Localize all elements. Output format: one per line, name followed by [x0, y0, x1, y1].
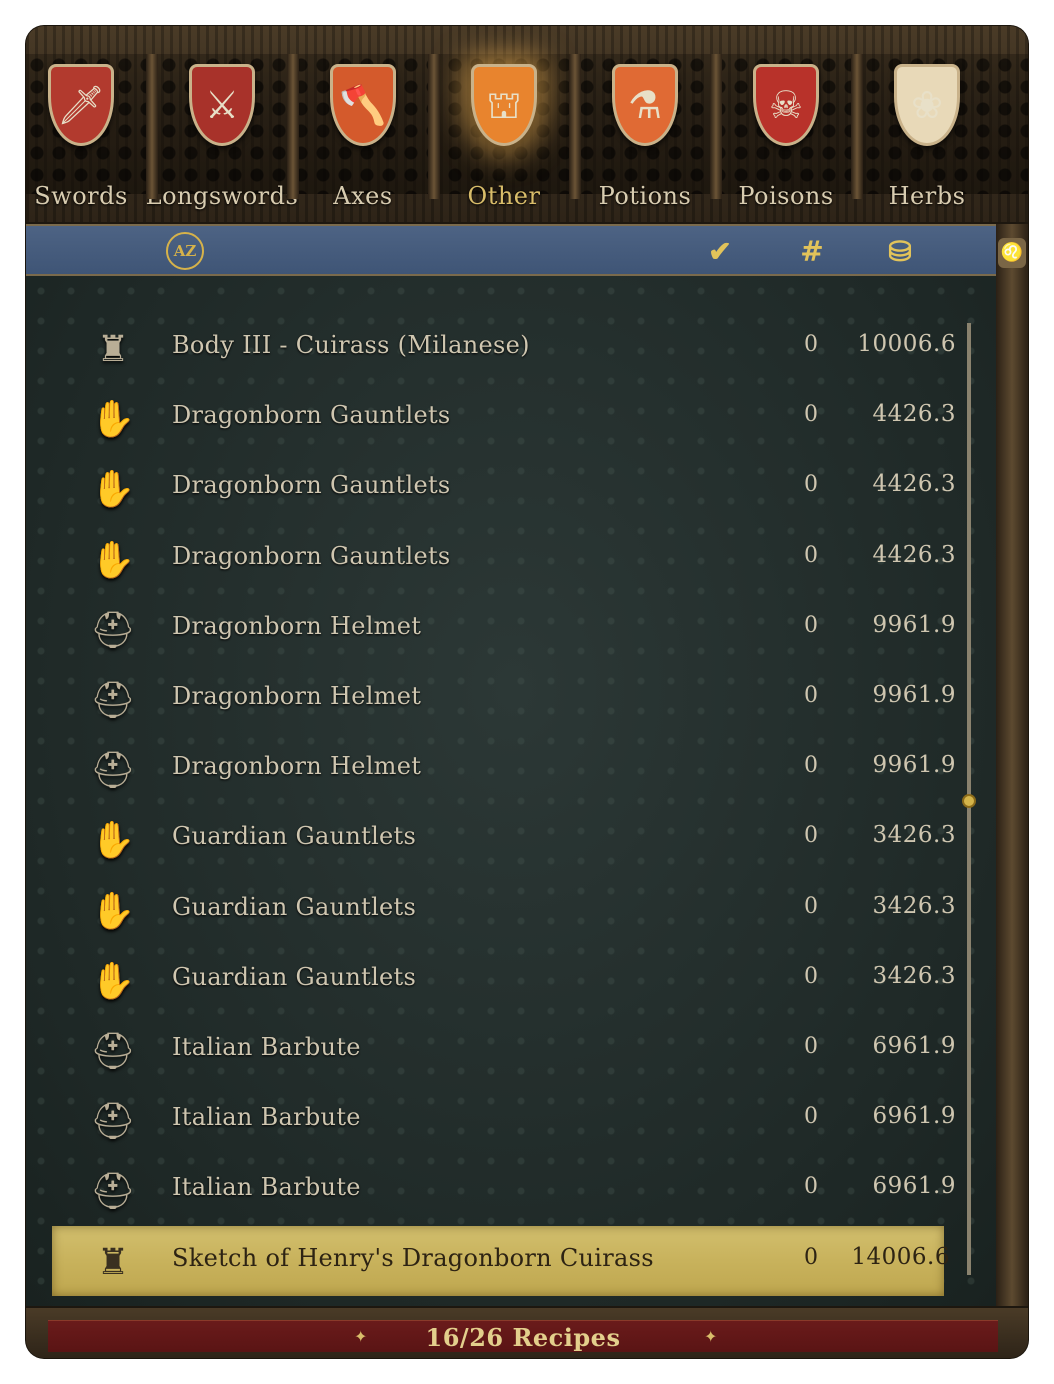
recipe-price: 4426.3 — [872, 471, 956, 497]
ornament-right-icon: ✦ — [704, 1327, 718, 1346]
poison-shield-icon: ☠ — [753, 64, 819, 146]
recipe-price: 14006.6 — [851, 1244, 950, 1270]
tab-other[interactable]: ⛫ Other — [434, 26, 574, 224]
barbute-helmet-icon: ⛑ — [90, 1171, 136, 1212]
crafting-window: 🗡 Swords ⚔ Longswords 🪓 Axes ⛫ Other ⚗ Potions ☠ Po… — [26, 26, 1028, 1358]
recipe-price: 9961.9 — [872, 612, 956, 638]
recipe-price: 9961.9 — [872, 682, 956, 708]
barbute-helmet-icon: ⛑ — [90, 1031, 136, 1072]
recipe-row[interactable]: ✋ Dragonborn Gauntlets 0 4426.3 — [26, 524, 956, 594]
tab-label: Potions — [598, 182, 692, 210]
count-hash-icon[interactable]: # — [790, 232, 834, 270]
tab-axes[interactable]: 🪓 Axes — [293, 26, 433, 224]
recipe-row[interactable]: ⛑ Dragonborn Helmet 0 9961.9 — [26, 594, 956, 664]
recipe-count-strip: ✦ 16/26 Recipes ✦ — [48, 1320, 998, 1352]
recipe-name: Italian Barbute — [172, 1033, 361, 1061]
wooden-frame-edge: ♌ — [996, 224, 1028, 1324]
recipe-name: Guardian Gauntlets — [172, 893, 417, 921]
gauntlets-icon: ✋ — [90, 469, 136, 510]
cuirass-icon: ♜ — [96, 1241, 130, 1283]
recipe-price: 6961.9 — [872, 1103, 956, 1129]
longsword-shield-icon: ⚔ — [189, 64, 255, 146]
tab-longswords[interactable]: ⚔ Longswords — [146, 26, 298, 224]
tab-label: Swords — [34, 182, 128, 210]
recipe-row[interactable]: ✋ Guardian Gauntlets 0 3426.3 — [26, 945, 956, 1015]
carved-pillar — [287, 54, 299, 199]
checkmark-icon[interactable]: ✔ — [698, 232, 742, 270]
footer-bar: ✦ 16/26 Recipes ✦ — [26, 1306, 1028, 1358]
tab-swords[interactable]: 🗡 Swords — [26, 26, 151, 224]
recipe-name: Dragonborn Gauntlets — [172, 401, 451, 429]
recipe-name: Guardian Gauntlets — [172, 963, 417, 991]
category-bar: 🗡 Swords ⚔ Longswords 🪓 Axes ⛫ Other ⚗ Potions ☠ Po… — [26, 26, 1028, 224]
tab-poisons[interactable]: ☠ Poisons — [716, 26, 856, 224]
recipe-price: 3426.3 — [872, 963, 956, 989]
recipe-row[interactable]: ♜Sketch of Henry's Dragonborn Cuirass014… — [52, 1226, 950, 1296]
recipe-row[interactable]: ✋ Dragonborn Gauntlets 0 4426.3 — [26, 383, 956, 453]
recipe-name: Sketch of Henry's Dragonborn Cuirass — [172, 1244, 654, 1272]
coins-icon[interactable]: ⛁ — [878, 232, 922, 270]
carved-pillar — [851, 54, 863, 199]
recipe-price: 9961.9 — [872, 752, 956, 778]
helmet-icon: ⛑ — [90, 750, 136, 791]
tab-potions[interactable]: ⚗ Potions — [575, 26, 715, 224]
recipe-name: Dragonborn Helmet — [172, 752, 422, 780]
recipe-list[interactable]: ♜ Body III - Cuirass (Milanese) 0 10006.6 ✋ D… — [26, 276, 1001, 1306]
recipe-price: 10006.6 — [857, 331, 956, 357]
recipe-name: Dragonborn Gauntlets — [172, 542, 451, 570]
tab-label: Poisons — [738, 182, 834, 210]
potion-shield-icon: ⚗ — [612, 64, 678, 146]
tab-label: Herbs — [888, 182, 966, 210]
recipe-name: Dragonborn Helmet — [172, 682, 422, 710]
scrollbar-thumb[interactable] — [962, 794, 976, 808]
axe-shield-icon: 🪓 — [330, 64, 396, 146]
recipe-price: 4426.3 — [872, 542, 956, 568]
recipe-price: 6961.9 — [872, 1033, 956, 1059]
recipe-price: 4426.3 — [872, 401, 956, 427]
recipe-name: Dragonborn Gauntlets — [172, 471, 451, 499]
recipe-row[interactable]: ✋ Guardian Gauntlets 0 3426.3 — [26, 804, 956, 874]
gauntlets-icon: ✋ — [90, 820, 136, 861]
tab-label: Longswords — [145, 182, 299, 210]
recipe-row[interactable]: ✋ Dragonborn Gauntlets 0 4426.3 — [26, 453, 956, 523]
recipe-price: 6961.9 — [872, 1173, 956, 1199]
gauntlets-icon: ✋ — [90, 891, 136, 932]
recipe-price: 3426.3 — [872, 893, 956, 919]
herb-shield-icon: ❀ — [894, 64, 960, 146]
carved-pillar — [146, 54, 158, 199]
helmet-icon: ⛑ — [90, 680, 136, 721]
recipe-name: Italian Barbute — [172, 1173, 361, 1201]
tab-label: Other — [467, 182, 541, 210]
lion-ornament-icon: ♌ — [998, 238, 1026, 268]
recipe-row[interactable]: ♜ Body III - Cuirass (Milanese) 0 10006.6 — [26, 313, 956, 383]
carved-pillar — [710, 54, 722, 199]
recipe-price: 3426.3 — [872, 822, 956, 848]
carved-pillar — [428, 54, 440, 199]
barbute-helmet-icon: ⛑ — [90, 1101, 136, 1142]
cuirass-icon: ♜ — [96, 328, 130, 370]
sort-az-button[interactable]: AZ — [166, 232, 204, 270]
recipe-row[interactable]: ♜Sketch of Henry's Dragonborn Cuirass014… — [26, 1296, 956, 1306]
recipe-row[interactable]: ⛑ Italian Barbute 0 6961.9 — [26, 1085, 956, 1155]
column-header: AZ ✔ # ⛁ — [26, 224, 996, 276]
recipe-row[interactable]: ⛑ Dragonborn Helmet 0 9961.9 — [26, 664, 956, 734]
recipe-row[interactable]: ⛑ Italian Barbute 0 6961.9 — [26, 1155, 956, 1225]
recipe-name: Body III - Cuirass (Milanese) — [172, 331, 530, 359]
recipe-row[interactable]: ⛑ Dragonborn Helmet 0 9961.9 — [26, 734, 956, 804]
recipe-name: Guardian Gauntlets — [172, 822, 417, 850]
sword-shield-icon: 🗡 — [48, 64, 114, 146]
helmet-icon: ⛑ — [90, 610, 136, 651]
tab-herbs[interactable]: ❀ Herbs — [857, 26, 997, 224]
gauntlets-icon: ✋ — [90, 399, 136, 440]
carved-pillar — [569, 54, 581, 199]
recipe-row[interactable]: ✋ Guardian Gauntlets 0 3426.3 — [26, 875, 956, 945]
gauntlets-icon: ✋ — [90, 961, 136, 1002]
recipe-name: Dragonborn Helmet — [172, 612, 422, 640]
recipe-row[interactable]: ⛑ Italian Barbute 0 6961.9 — [26, 1015, 956, 1085]
tab-label: Axes — [333, 182, 393, 210]
gauntlets-icon: ✋ — [90, 540, 136, 581]
recipe-count: 16/26 Recipes — [425, 1323, 621, 1352]
recipe-name: Italian Barbute — [172, 1103, 361, 1131]
other-shield-icon: ⛫ — [471, 64, 537, 146]
